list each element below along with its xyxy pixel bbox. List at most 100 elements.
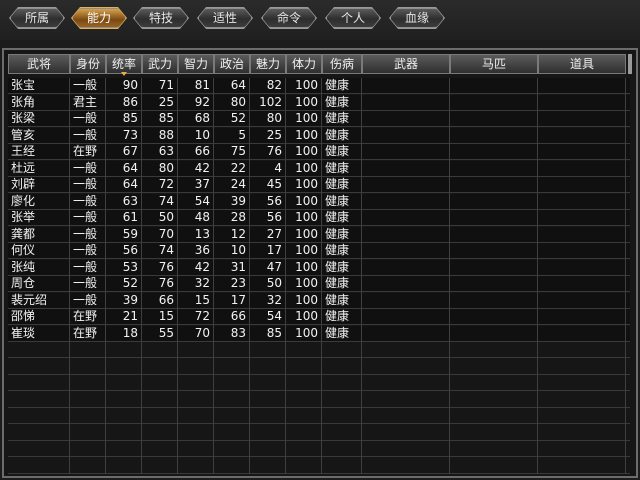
cell-status: 一般 (73, 243, 98, 257)
cell-stamina: 100 (295, 144, 318, 158)
cell-politics: 80 (230, 95, 246, 109)
cell-injury: 健康 (325, 194, 350, 208)
cell-leadership: 61 (122, 210, 138, 224)
column-header-item[interactable]: 道具 (538, 54, 626, 74)
cell-injury: 健康 (325, 326, 350, 340)
scrollbar-handle[interactable] (628, 54, 632, 74)
cell-leadership: 52 (122, 276, 138, 290)
cell-stamina: 100 (295, 260, 318, 274)
cell-intelligence: 81 (194, 78, 210, 92)
column-header-horse[interactable]: 马匹 (450, 54, 538, 74)
cell-intelligence: 10 (194, 128, 210, 142)
column-header-war[interactable]: 武力 (142, 54, 178, 74)
cell-status: 一般 (73, 128, 98, 142)
cell-injury: 健康 (325, 128, 350, 142)
cell-leadership: 59 (122, 227, 138, 241)
cell-stamina: 100 (295, 95, 318, 109)
cell-intelligence: 66 (194, 144, 210, 158)
cell-intelligence: 72 (194, 309, 210, 323)
cell-charm: 47 (266, 260, 282, 274)
column-header-stamina[interactable]: 体力 (286, 54, 322, 74)
cell-injury: 健康 (325, 210, 350, 224)
cell-politics: 23 (230, 276, 246, 290)
column-divider (105, 78, 106, 474)
cell-war: 25 (158, 95, 174, 109)
cell-politics: 17 (230, 293, 246, 307)
cell-war: 74 (158, 194, 174, 208)
tab-ability[interactable]: 能力 (72, 8, 126, 28)
cell-officer: 龚都 (11, 227, 36, 241)
column-header-weapon[interactable]: 武器 (362, 54, 450, 74)
cell-injury: 健康 (325, 95, 350, 109)
tab-skills[interactable]: 特技 (134, 8, 188, 28)
column-header-status[interactable]: 身份 (70, 54, 106, 74)
cell-war: 76 (158, 260, 174, 274)
cell-stamina: 100 (295, 194, 318, 208)
cell-status: 一般 (73, 227, 98, 241)
cell-stamina: 100 (295, 177, 318, 191)
officer-list-panel: 武将 身份 统率 武力 智力 政治 魅力 体力 伤病 武器 马匹 道具 张宝 一般 90 71 81 64 82 1… (2, 48, 638, 478)
cell-politics: 22 (230, 161, 246, 175)
cell-stamina: 100 (295, 128, 318, 142)
cell-charm: 56 (266, 194, 282, 208)
column-divider (213, 78, 214, 474)
cell-war: 85 (158, 111, 174, 125)
column-divider (69, 78, 70, 474)
cell-war: 70 (158, 227, 174, 241)
cell-intelligence: 36 (194, 243, 210, 257)
cell-charm: 4 (274, 161, 282, 175)
cell-politics: 10 (230, 243, 246, 257)
column-header-injury[interactable]: 伤病 (322, 54, 362, 74)
column-divider (537, 78, 538, 474)
column-header-officer[interactable]: 武将 (8, 54, 70, 74)
cell-officer: 周仓 (11, 276, 36, 290)
cell-charm: 17 (266, 243, 282, 257)
cell-officer: 张宝 (11, 78, 36, 92)
cell-status: 在野 (73, 309, 98, 323)
cell-officer: 张角 (11, 95, 36, 109)
tab-command[interactable]: 命令 (262, 8, 316, 28)
cell-intelligence: 42 (194, 161, 210, 175)
column-header-politics[interactable]: 政治 (214, 54, 250, 74)
cell-politics: 64 (230, 78, 246, 92)
cell-leadership: 63 (122, 194, 138, 208)
cell-stamina: 100 (295, 227, 318, 241)
cell-injury: 健康 (325, 144, 350, 158)
cell-leadership: 73 (122, 128, 138, 142)
cell-status: 在野 (73, 144, 98, 158)
cell-officer: 张梁 (11, 111, 36, 125)
column-header-leadership[interactable]: 统率 (106, 54, 142, 76)
column-header-charm[interactable]: 魅力 (250, 54, 286, 74)
cell-war: 72 (158, 177, 174, 191)
cell-stamina: 100 (295, 276, 318, 290)
cell-charm: 85 (266, 326, 282, 340)
cell-injury: 健康 (325, 161, 350, 175)
tab-bar: 所属 能力 特技 适性 命令 个人 血缘 (0, 0, 640, 40)
cell-leadership: 56 (122, 243, 138, 257)
tab-personal[interactable]: 个人 (326, 8, 380, 28)
column-header-intelligence[interactable]: 智力 (178, 54, 214, 74)
cell-leadership: 21 (122, 309, 138, 323)
tab-bloodline[interactable]: 血缘 (390, 8, 444, 28)
cell-stamina: 100 (295, 161, 318, 175)
cell-leadership: 53 (122, 260, 138, 274)
cell-status: 一般 (73, 78, 98, 92)
cell-stamina: 100 (295, 111, 318, 125)
cell-leadership: 64 (122, 177, 138, 191)
cell-charm: 45 (266, 177, 282, 191)
cell-politics: 5 (238, 128, 246, 142)
cell-status: 在野 (73, 326, 98, 340)
cell-officer: 管亥 (11, 128, 36, 142)
cell-officer: 崔琰 (11, 326, 36, 340)
cell-stamina: 100 (295, 293, 318, 307)
tab-aptitude[interactable]: 适性 (198, 8, 252, 28)
column-divider (321, 78, 322, 474)
cell-status: 一般 (73, 293, 98, 307)
cell-politics: 31 (230, 260, 246, 274)
tab-affiliation[interactable]: 所属 (10, 8, 64, 28)
cell-charm: 82 (266, 78, 282, 92)
column-divider (177, 78, 178, 474)
cell-war: 50 (158, 210, 174, 224)
column-divider (285, 78, 286, 474)
cell-officer: 杜远 (11, 161, 36, 175)
